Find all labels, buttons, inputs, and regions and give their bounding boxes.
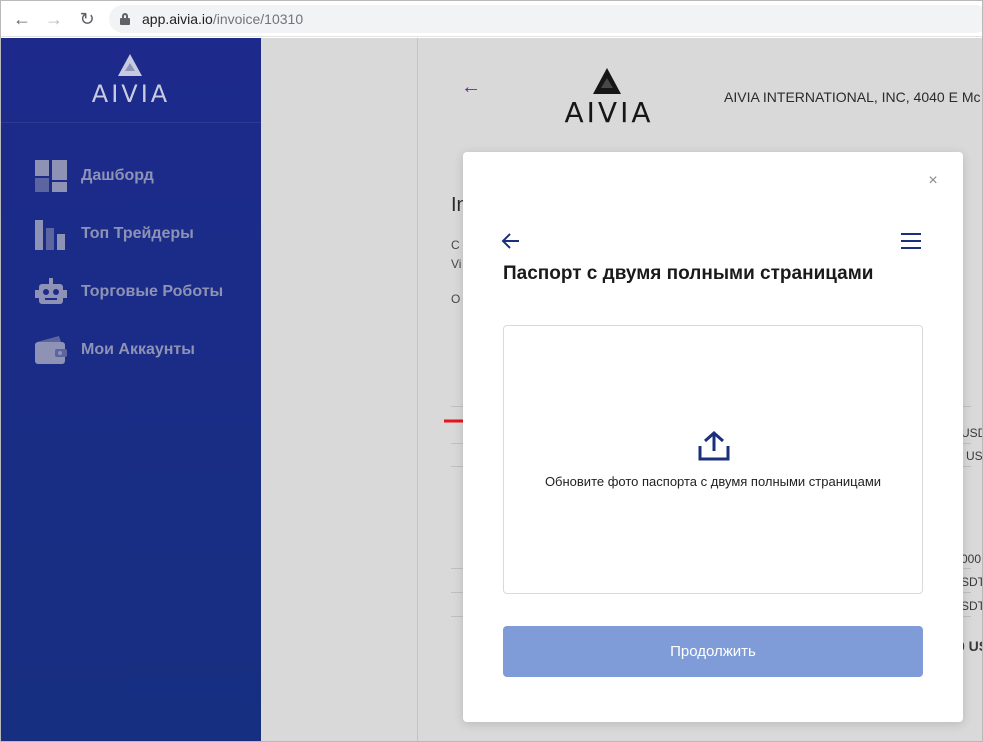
sidebar-item-label: Мои Аккаунты: [81, 341, 195, 358]
upload-icon: [697, 430, 731, 462]
url-path: /invoice/10310: [212, 11, 304, 27]
back-arrow-icon[interactable]: [501, 232, 521, 250]
sidebar-logo[interactable]: AIVIA: [89, 54, 173, 108]
sidebar-item-label: Торговые Роботы: [81, 283, 224, 300]
dashboard-icon: [35, 160, 67, 192]
robot-icon: [35, 276, 67, 308]
wallet-icon: [35, 334, 67, 366]
sidebar: AIVIA Дашборд Топ Трейдеры Торговые Робо…: [1, 38, 261, 741]
continue-button[interactable]: Продолжить: [503, 626, 923, 677]
browser-toolbar: ← → ↻ app.aivia.io/invoice/10310: [1, 1, 982, 37]
sidebar-item-dashboard[interactable]: Дашборд: [35, 160, 255, 192]
modal-title: Паспорт с двумя полными страницами: [503, 263, 874, 284]
passport-upload-dropzone[interactable]: Обновите фото паспорта с двумя полными с…: [503, 325, 923, 594]
bar-chart-icon: [35, 218, 67, 250]
logo-triangle-icon: [118, 54, 142, 76]
sidebar-item-trading-robots[interactable]: Торговые Роботы: [35, 276, 255, 308]
sidebar-item-label: Дашборд: [81, 167, 154, 184]
lock-icon: [120, 13, 130, 25]
browser-forward-icon[interactable]: →: [44, 9, 64, 29]
browser-back-icon[interactable]: ←: [12, 9, 32, 29]
browser-reload-icon[interactable]: ↻: [77, 9, 97, 29]
sidebar-item-my-accounts[interactable]: Мои Аккаунты: [35, 334, 255, 366]
dropzone-instruction: Обновите фото паспорта с двумя полными с…: [544, 474, 882, 489]
browser-window: ← → ↻ app.aivia.io/invoice/10310 ← AIVIA…: [0, 0, 983, 742]
close-icon[interactable]: ×: [927, 173, 939, 189]
sidebar-item-label: Топ Трейдеры: [81, 225, 194, 242]
passport-upload-modal: × Паспорт с двумя полными страницами Обн…: [463, 152, 963, 722]
sidebar-logo-text: AIVIA: [91, 80, 171, 108]
url-host: app.aivia.io: [142, 11, 213, 27]
sidebar-item-top-traders[interactable]: Топ Трейдеры: [35, 218, 255, 250]
url-text: app.aivia.io/invoice/10310: [142, 11, 303, 27]
address-bar[interactable]: app.aivia.io/invoice/10310: [109, 5, 982, 33]
sidebar-divider: [1, 122, 261, 123]
hamburger-menu-icon[interactable]: [901, 233, 921, 249]
